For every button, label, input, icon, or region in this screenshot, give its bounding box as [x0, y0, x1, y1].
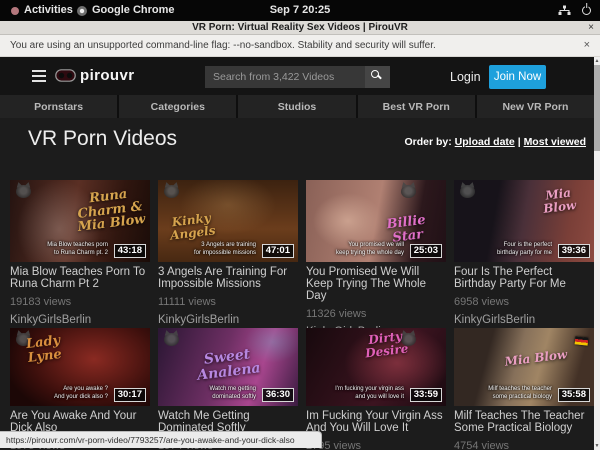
page-title: VR Porn Videos [28, 127, 177, 151]
menu-icon[interactable] [32, 70, 46, 82]
system-top-bar: Activities Google Chrome Sep 7 20:25 [0, 0, 600, 21]
thumbnail-caption: You promised we will keep trying the who… [312, 241, 404, 257]
video-grid-row-1: Runa Charm & Mia Blow Mia Blow teaches p… [10, 180, 594, 338]
infobar-close-icon[interactable]: × [584, 39, 590, 51]
status-url-bubble: https://pirouvr.com/vr-porn-video/779325… [0, 431, 322, 448]
vr-goggles-logo-icon [55, 69, 76, 82]
order-by-controls: Order by: Upload date | Most viewed [404, 136, 586, 148]
network-icon[interactable] [558, 5, 571, 19]
studio-cat-mask-logo [460, 185, 475, 198]
video-duration-badge: 35:58 [558, 388, 590, 402]
video-thumbnail[interactable]: Dirty Desire I'm fucking your virgin ass… [306, 328, 446, 406]
scrollbar-thumb[interactable] [594, 65, 600, 151]
video-studio-link[interactable]: KinkyGirlsBerlin [454, 314, 594, 326]
nav-item-categories[interactable]: Categories [119, 95, 236, 118]
german-flag-icon [575, 336, 589, 345]
thumbnail-caption: I'm fucking your virgin ass and you will… [312, 385, 404, 401]
video-card: Mia Blow Milf teaches the teacher some p… [454, 328, 594, 450]
thumbnail-overlay-text: Kinky Angels [159, 210, 226, 243]
site-logo[interactable]: pirouvr [55, 67, 134, 84]
video-thumbnail[interactable]: Sweet Analena Watch me getting dominated… [158, 328, 298, 406]
nav-item-new-vr-porn[interactable]: New VR Porn [477, 95, 594, 118]
video-studio-link[interactable]: KinkyGirlsBerlin [10, 314, 150, 326]
scrollbar-down-icon[interactable]: ▼ [594, 442, 600, 450]
window-close-icon[interactable]: × [588, 22, 594, 33]
thumbnail-overlay-text: Dirty Desire [345, 328, 427, 362]
video-views: 6958 views [454, 296, 594, 308]
search-input[interactable] [205, 66, 365, 88]
video-card: Kinky Angels 3 Angels are training for i… [158, 180, 298, 338]
search-bar [205, 66, 390, 88]
chrome-infobar: You are using an unsupported command-lin… [0, 35, 600, 57]
browser-screen: Activities Google Chrome Sep 7 20:25 VR … [0, 0, 600, 450]
video-thumbnail[interactable]: Kinky Angels 3 Angels are training for i… [158, 180, 298, 262]
video-title[interactable]: Mia Blow Teaches Porn To Runa Charm Pt 2 [10, 266, 150, 290]
video-views: 11326 views [306, 308, 446, 320]
order-separator: | [518, 136, 521, 148]
clock[interactable]: Sep 7 20:25 [0, 4, 600, 16]
nav-item-best-vr-porn[interactable]: Best VR Porn [358, 95, 475, 118]
thumbnail-overlay-text: Sweet Analena [181, 345, 276, 385]
site-header: pirouvr Login Join Now [0, 57, 600, 95]
video-views: 2795 views [306, 440, 446, 450]
studio-cat-mask-logo [164, 185, 179, 198]
video-thumbnail[interactable]: Billie Star You promised we will keep tr… [306, 180, 446, 262]
video-duration-badge: 33:59 [410, 388, 442, 402]
video-title[interactable]: Four Is The Perfect Birthday Party For M… [454, 266, 594, 290]
video-title[interactable]: You Promised We Will Keep Trying The Who… [306, 266, 446, 302]
video-card: Runa Charm & Mia Blow Mia Blow teaches p… [10, 180, 150, 338]
video-views: 11111 views [158, 296, 298, 308]
video-views: 19183 views [10, 296, 150, 308]
studio-cat-mask-logo [164, 333, 179, 346]
window-title: VR Porn: Virtual Reality Sex Videos | Pi… [0, 22, 600, 33]
site-logo-text: pirouvr [80, 67, 134, 84]
video-studio-link[interactable]: KinkyGirlsBerlin [158, 314, 298, 326]
thumbnail-overlay-text: Runa Charm & Mia Blow [68, 185, 150, 235]
window-title-bar: VR Porn: Virtual Reality Sex Videos | Pi… [0, 21, 600, 35]
video-duration-badge: 43:18 [114, 244, 146, 258]
thumbnail-overlay-text: Lady Lyne [13, 332, 76, 366]
studio-cat-mask-logo [401, 185, 416, 198]
video-duration-badge: 30:17 [114, 388, 146, 402]
infobar-message: You are using an unsupported command-lin… [10, 40, 436, 51]
power-icon[interactable] [582, 6, 591, 15]
video-duration-badge: 36:30 [262, 388, 294, 402]
thumbnail-caption: Milf teaches the teacher some practical … [460, 385, 552, 401]
order-most-viewed-link[interactable]: Most viewed [524, 136, 586, 148]
video-duration-badge: 25:03 [410, 244, 442, 258]
video-title[interactable]: 3 Angels Are Training For Impossible Mis… [158, 266, 298, 290]
video-duration-badge: 47:01 [262, 244, 294, 258]
thumbnail-overlay-text: Mia Blow [503, 348, 568, 368]
video-duration-badge: 39:36 [558, 244, 590, 258]
video-card: Dirty Desire I'm fucking your virgin ass… [306, 328, 446, 450]
thumbnail-caption: Mia Blow teaches porn to Runa Charm pt. … [16, 241, 108, 257]
scrollbar-up-icon[interactable]: ▲ [594, 57, 600, 65]
video-card: Mia Blow Four is the perfect birthday pa… [454, 180, 594, 338]
main-nav: Pornstars Categories Studios Best VR Por… [0, 95, 594, 118]
video-thumbnail[interactable]: Runa Charm & Mia Blow Mia Blow teaches p… [10, 180, 150, 262]
video-views: 4754 views [454, 440, 594, 450]
join-now-button[interactable]: Join Now [489, 65, 546, 89]
video-thumbnail[interactable]: Mia Blow Four is the perfect birthday pa… [454, 180, 594, 262]
video-title[interactable]: Im Fucking Your Virgin Ass And You Will … [306, 410, 446, 434]
search-icon [371, 70, 379, 78]
thumbnail-caption: Watch me getting dominated softly [164, 385, 256, 401]
nav-item-pornstars[interactable]: Pornstars [0, 95, 117, 118]
nav-item-studios[interactable]: Studios [238, 95, 355, 118]
thumbnail-caption: 3 Angels are training for impossible mis… [164, 241, 256, 257]
order-upload-date-link[interactable]: Upload date [455, 136, 515, 148]
video-title[interactable]: Milf Teaches The Teacher Some Practical … [454, 410, 594, 434]
thumbnail-overlay-text: Mia Blow [527, 184, 592, 217]
order-by-label: Order by: [404, 136, 451, 148]
video-thumbnail[interactable]: Mia Blow Milf teaches the teacher some p… [454, 328, 594, 406]
studio-cat-mask-logo [16, 185, 31, 198]
thumbnail-caption: Are you awake ? And your dick also ? [16, 385, 108, 401]
thumbnail-caption: Four is the perfect birthday party for m… [460, 241, 552, 257]
video-thumbnail[interactable]: Lady Lyne Are you awake ? And your dick … [10, 328, 150, 406]
search-button[interactable] [365, 66, 390, 88]
page-scrollbar[interactable]: ▲ ▼ [594, 57, 600, 450]
video-card: Billie Star You promised we will keep tr… [306, 180, 446, 338]
login-link[interactable]: Login [450, 70, 481, 84]
